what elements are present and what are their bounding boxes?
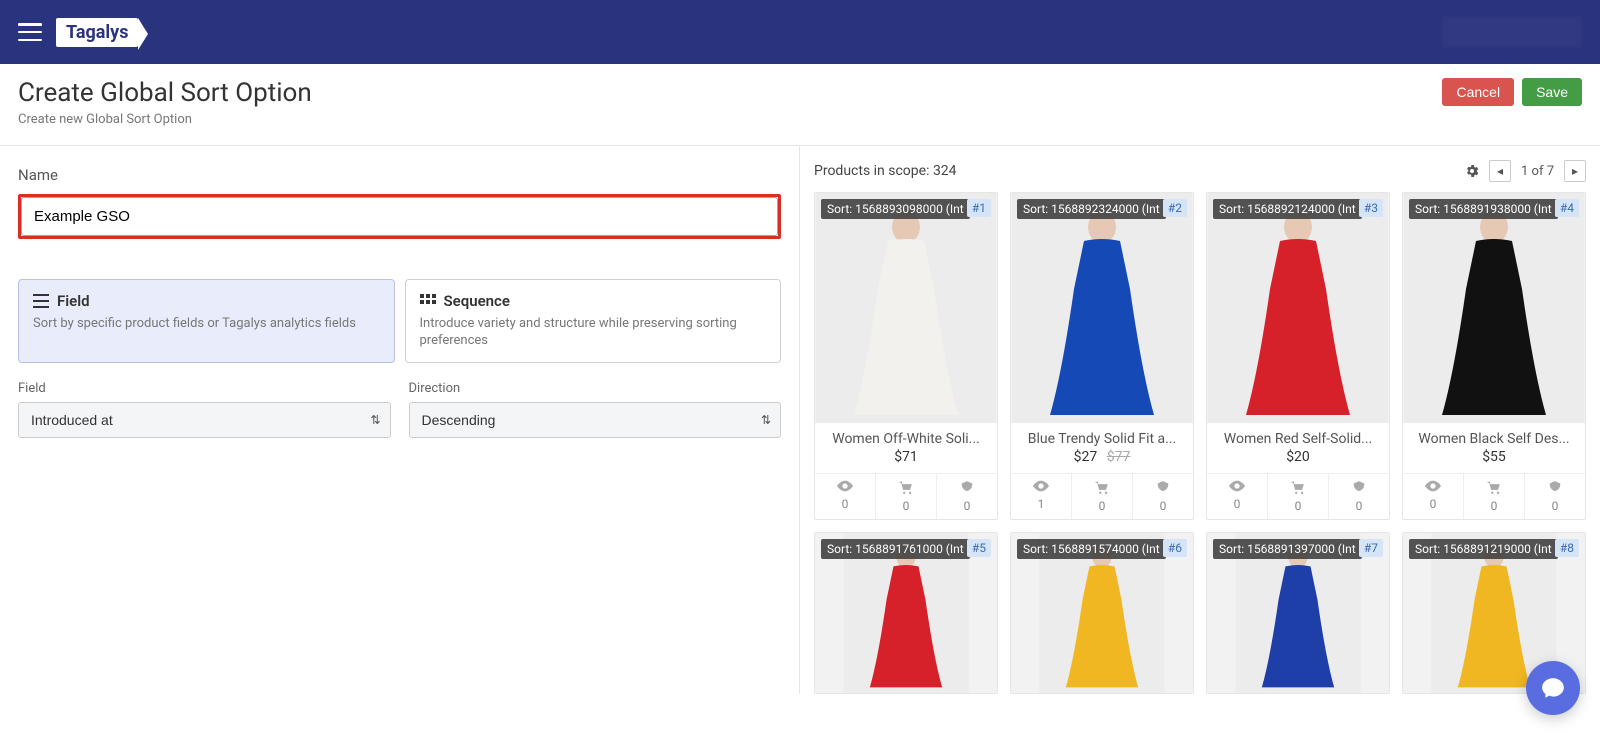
rank-badge: #1: [967, 199, 991, 217]
eye-icon: [1425, 480, 1441, 495]
product-title: Women Red Self-Solid...: [1207, 423, 1389, 449]
product-thumbnail: Sort: 1568891574000 (Int #6: [1011, 533, 1193, 693]
product-price: $55: [1403, 449, 1585, 473]
page-header: Create Global Sort Option Create new Glo…: [0, 64, 1600, 146]
product-title: Women Black Self Des...: [1403, 423, 1585, 449]
direction-select[interactable]: Descending: [409, 402, 782, 438]
prev-page-button[interactable]: ◂: [1489, 160, 1511, 182]
config-panel: Name Field Sort by specific product fiel…: [0, 146, 800, 694]
sort-value-badge: Sort: 1568891574000 (Int: [1017, 539, 1166, 559]
product-price: $20: [1207, 449, 1389, 473]
product-card[interactable]: Sort: 1568891938000 (Int #4 Women Black …: [1402, 192, 1586, 520]
name-input-highlight: [18, 194, 781, 239]
field-select-label: Field: [18, 381, 391, 396]
rank-badge: #5: [967, 539, 991, 557]
brand-logo[interactable]: Tagalys: [56, 18, 138, 47]
cart-icon: [1291, 480, 1305, 497]
bag-icon: [960, 480, 974, 497]
product-thumbnail: Sort: 1568891397000 (Int #7: [1207, 533, 1389, 693]
bag-icon: [1156, 480, 1170, 497]
product-stats: 1 0 0: [1011, 473, 1193, 519]
sort-value-badge: Sort: 1568893098000 (Int: [821, 199, 970, 219]
product-stats: 0 0 0: [1403, 473, 1585, 519]
rank-badge: #6: [1163, 539, 1187, 557]
mode-field-title: Field: [57, 292, 90, 310]
field-select[interactable]: Introduced at: [18, 402, 391, 438]
cart-icon: [1095, 480, 1109, 497]
chat-fab[interactable]: [1526, 661, 1580, 715]
product-grid: Sort: 1568893098000 (Int #1 Women Off-Wh…: [814, 192, 1586, 694]
product-card[interactable]: Sort: 1568891574000 (Int #6 0 0 0: [1010, 532, 1194, 694]
next-page-button[interactable]: ▸: [1564, 160, 1586, 182]
direction-select-label: Direction: [409, 381, 782, 396]
rank-badge: #8: [1555, 539, 1579, 557]
product-price: $27 $77: [1011, 449, 1193, 473]
mode-field-desc: Sort by specific product fields or Tagal…: [33, 316, 380, 333]
product-card[interactable]: Sort: 1568891761000 (Int #5 0 0 0: [814, 532, 998, 694]
product-thumbnail: Sort: 1568892324000 (Int #2: [1011, 193, 1193, 423]
sort-value-badge: Sort: 1568892124000 (Int: [1213, 199, 1362, 219]
mode-sequence-desc: Introduce variety and structure while pr…: [420, 316, 767, 350]
mode-card-field[interactable]: Field Sort by specific product fields or…: [18, 279, 395, 363]
rank-badge: #2: [1163, 199, 1187, 217]
product-title: Women Off-White Soli...: [815, 423, 997, 449]
rank-badge: #4: [1555, 199, 1579, 217]
pagination-info: 1 of 7: [1517, 164, 1558, 179]
rank-badge: #7: [1359, 539, 1383, 557]
top-navbar: Tagalys: [0, 0, 1600, 64]
preview-panel: Products in scope: 324 ◂ 1 of 7 ▸ Sort: …: [800, 146, 1600, 694]
product-price: $71: [815, 449, 997, 473]
product-thumbnail: Sort: 1568891938000 (Int #4: [1403, 193, 1585, 423]
product-stats: 0 0 0: [815, 473, 997, 519]
sort-value-badge: Sort: 1568891219000 (Int: [1409, 539, 1558, 559]
product-thumbnail: Sort: 1568892124000 (Int #3: [1207, 193, 1389, 423]
sort-value-badge: Sort: 1568891397000 (Int: [1213, 539, 1362, 559]
account-menu[interactable]: [1442, 17, 1582, 47]
sort-value-badge: Sort: 1568892324000 (Int: [1017, 199, 1166, 219]
bag-icon: [1352, 480, 1366, 497]
product-card[interactable]: Sort: 1568891397000 (Int #7 0 0 0: [1206, 532, 1390, 694]
sort-value-badge: Sort: 1568891761000 (Int: [821, 539, 970, 559]
gear-icon[interactable]: [1461, 160, 1483, 182]
sort-value-badge: Sort: 1568891938000 (Int: [1409, 199, 1558, 219]
product-thumbnail: Sort: 1568891761000 (Int #5: [815, 533, 997, 693]
page-title: Create Global Sort Option: [18, 78, 312, 108]
bag-icon: [1548, 480, 1562, 497]
rank-badge: #3: [1359, 199, 1383, 217]
product-stats: 0 0 0: [1207, 473, 1389, 519]
eye-icon: [1033, 480, 1049, 495]
name-input[interactable]: [21, 197, 778, 236]
cart-icon: [899, 480, 913, 497]
list-icon: [33, 294, 49, 308]
name-label: Name: [18, 166, 781, 184]
grid-icon: [420, 294, 436, 308]
scope-count: Products in scope: 324: [814, 163, 957, 179]
eye-icon: [1229, 480, 1245, 495]
page-subtitle: Create new Global Sort Option: [18, 112, 312, 127]
product-card[interactable]: Sort: 1568892124000 (Int #3 Women Red Se…: [1206, 192, 1390, 520]
cart-icon: [1487, 480, 1501, 497]
product-card[interactable]: Sort: 1568893098000 (Int #1 Women Off-Wh…: [814, 192, 998, 520]
save-button[interactable]: Save: [1522, 78, 1582, 106]
product-thumbnail: Sort: 1568893098000 (Int #1: [815, 193, 997, 423]
eye-icon: [837, 480, 853, 495]
mode-sequence-title: Sequence: [444, 292, 510, 310]
menu-icon[interactable]: [18, 23, 42, 41]
cancel-button[interactable]: Cancel: [1442, 78, 1514, 106]
product-title: Blue Trendy Solid Fit a...: [1011, 423, 1193, 449]
mode-card-sequence[interactable]: Sequence Introduce variety and structure…: [405, 279, 782, 363]
product-card[interactable]: Sort: 1568892324000 (Int #2 Blue Trendy …: [1010, 192, 1194, 520]
